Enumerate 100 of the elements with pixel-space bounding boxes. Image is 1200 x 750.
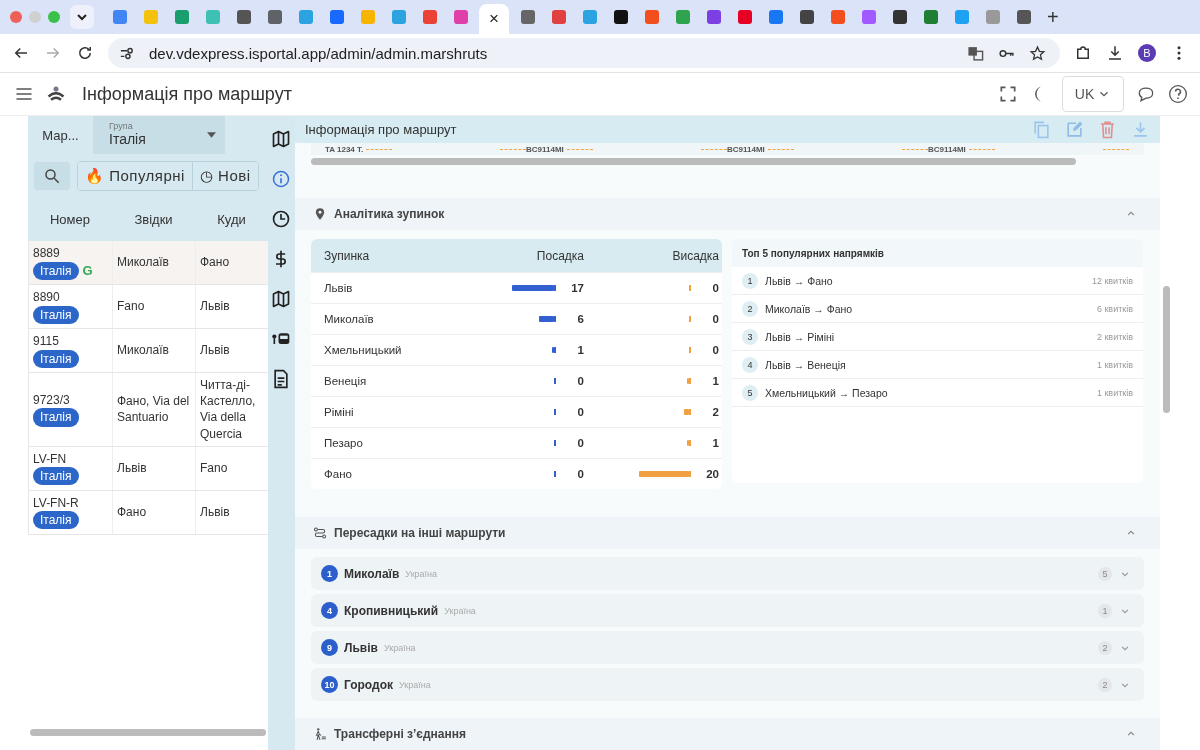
dash-line <box>902 148 928 150</box>
route-number: 9723/3 <box>33 392 70 409</box>
new-tab-button[interactable]: + <box>1047 5 1059 29</box>
destination-text: Львів <box>200 298 230 315</box>
route-row[interactable]: 8889 Італія G Миколаїв Фано <box>28 241 268 285</box>
stop-name: Львів <box>324 282 354 294</box>
stop-number-badge: 10 <box>321 676 338 693</box>
route-row[interactable]: LV-FN-R Італія Фано Львів <box>28 490 268 535</box>
stop-number-badge: 4 <box>321 602 338 619</box>
download-icon[interactable] <box>1106 44 1124 62</box>
count-badge: 2 <box>1098 640 1112 655</box>
origin-text: Фано <box>117 504 147 521</box>
filter-button[interactable]: ◷ Нові <box>191 162 258 190</box>
tab-favicon-icon[interactable] <box>237 10 251 24</box>
routes-tab[interactable]: Мар... <box>28 116 93 154</box>
caret-icon <box>207 132 216 138</box>
scrollbar-thumb[interactable] <box>1163 286 1170 413</box>
column-header[interactable]: Куди <box>195 212 268 227</box>
route-text: Львів → Ріміні <box>765 330 835 343</box>
destination-text: Львів <box>200 342 230 359</box>
tab-favicon-icon[interactable] <box>924 10 938 24</box>
tab-favicon-icon[interactable] <box>268 10 282 24</box>
ticket-count: 1 квитків <box>1096 359 1133 370</box>
profile-avatar[interactable]: B <box>1138 44 1156 62</box>
destination-text: Львів <box>200 504 230 521</box>
tab-favicon-icon[interactable] <box>862 10 876 24</box>
scrollbar-thumb[interactable] <box>311 158 1076 165</box>
minimize-window-icon[interactable] <box>29 11 41 23</box>
page-title: Інформація про маршрут <box>82 83 292 105</box>
group-select[interactable]: Група Італія <box>93 116 225 154</box>
card-title: Топ 5 популярних напрямків <box>732 239 1143 267</box>
route-row[interactable]: LV-FN Італія Львів Fano <box>28 446 268 491</box>
country-text: Україна <box>383 642 416 653</box>
dash-line <box>701 148 727 150</box>
maximize-window-icon[interactable] <box>48 11 60 23</box>
extensions-icon[interactable] <box>1074 44 1092 62</box>
tab-favicon-icon[interactable] <box>1017 10 1031 24</box>
ticket-count: 1 квитків <box>1096 387 1133 398</box>
walking-person-icon <box>313 727 327 741</box>
translate-icon[interactable] <box>967 44 984 62</box>
rank-badge: 2 <box>742 300 758 317</box>
dash-line <box>500 148 526 150</box>
route-number: LV-FN-R <box>33 495 79 512</box>
copy-icon[interactable] <box>1032 120 1051 139</box>
tab-favicon-icon[interactable] <box>614 10 628 24</box>
section-header[interactable]: Аналітика зупинок <box>295 198 1160 230</box>
section-title: Пересадки на інші маршрути <box>334 526 506 540</box>
dash-line <box>968 148 995 150</box>
fullscreen-icon[interactable] <box>998 84 1018 104</box>
route-row[interactable]: 8890 Італія Fano Львів <box>28 285 268 329</box>
transfer-item[interactable]: 9 Львів Україна 2 <box>311 631 1144 664</box>
edit-icon[interactable] <box>1065 120 1084 139</box>
tab-favicon-icon[interactable] <box>707 10 721 24</box>
reload-icon[interactable] <box>76 44 94 62</box>
route-row[interactable]: 9115 Італія Миколаїв Львів <box>28 329 268 373</box>
tab-favicon-icon[interactable] <box>552 10 566 24</box>
boarding-count: 0 <box>576 375 584 387</box>
section-header[interactable]: Пересадки на інші маршрути <box>295 517 1160 549</box>
column-header[interactable]: Звідки <box>112 212 195 227</box>
address-bar[interactable]: dev.vdexpress.isportal.app/admin/admin.marshruts <box>108 38 1060 68</box>
trip-code: TA 1234 T. <box>325 144 364 154</box>
scrollbar-thumb[interactable] <box>30 729 266 736</box>
search-button[interactable] <box>34 162 70 190</box>
trash-icon[interactable] <box>1098 120 1117 139</box>
section-header[interactable]: Трансферні з’єднання <box>295 718 1160 750</box>
route-number: 9115 <box>33 333 59 350</box>
star-icon[interactable] <box>1029 44 1046 62</box>
tab-favicon-icon[interactable] <box>769 10 783 24</box>
route-text: Хмельницький → Пезаро <box>765 386 888 399</box>
boarding-count: 6 <box>576 313 584 325</box>
origin-text: Фано, Via del Santuario <box>117 393 191 426</box>
trip-code: BC9114MI <box>526 144 564 154</box>
tab-favicon-icon[interactable] <box>800 10 814 24</box>
tab-favicon-icon[interactable] <box>521 10 535 24</box>
transfer-item[interactable]: 10 Городок Україна 2 <box>311 668 1144 701</box>
rank-badge: 5 <box>742 384 758 401</box>
rank-badge: 3 <box>742 328 758 345</box>
column-header: Висадка <box>671 248 719 263</box>
tab-favicon-icon[interactable] <box>330 10 344 24</box>
destination-text: Фано <box>200 254 230 271</box>
alighting-count: 1 <box>711 437 719 449</box>
section-title: Трансферні з’єднання <box>334 727 467 741</box>
dash-line <box>366 148 393 150</box>
boarding-count: 1 <box>576 344 584 356</box>
column-header: Зупинка <box>324 248 371 263</box>
search-icon <box>43 167 61 185</box>
origin-text: Миколаїв <box>117 254 169 271</box>
tab-favicon-icon[interactable] <box>893 10 907 24</box>
column-header[interactable]: Номер <box>28 212 112 227</box>
route-row[interactable]: 9723/3 Італія Фано, Via del Santuario Читта-ді-Кастелло, Via della Quercia <box>28 373 268 447</box>
language-select[interactable]: UK <box>1062 76 1124 112</box>
alighting-count: 1 <box>711 375 719 387</box>
tab-search-icon[interactable] <box>70 5 94 29</box>
close-window-icon[interactable] <box>10 11 22 23</box>
help-icon[interactable] <box>1168 84 1188 104</box>
stop-name: Фано <box>324 468 353 480</box>
transfer-item[interactable]: 4 Кропивницький Україна 1 <box>311 594 1144 627</box>
column-header: Посадка <box>535 248 584 263</box>
transfer-item[interactable]: 1 Миколаїв Україна 5 <box>311 557 1144 590</box>
url-text: dev.vdexpress.isportal.app/admin/admin.marshruts <box>149 44 488 62</box>
